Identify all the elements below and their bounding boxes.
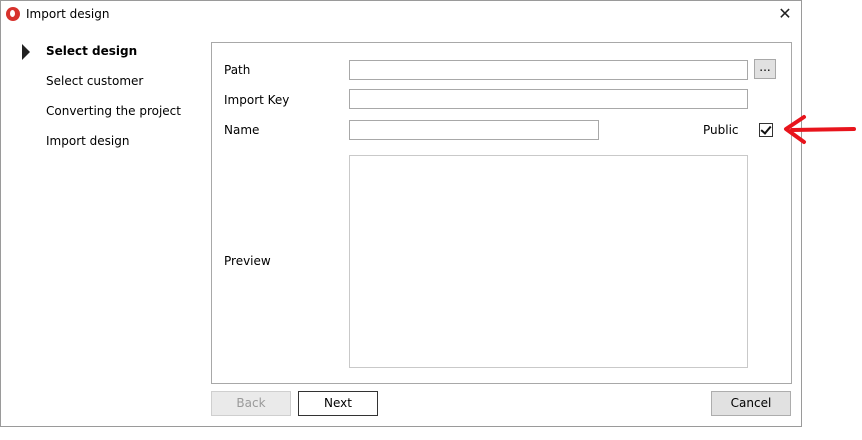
name-label: Name	[224, 123, 260, 137]
step-converting-project: Converting the project	[46, 104, 181, 118]
app-logo-icon	[6, 7, 20, 21]
browse-button[interactable]: ...	[754, 59, 776, 79]
window-title: Import design	[26, 7, 110, 21]
import-key-label: Import Key	[224, 93, 290, 107]
step-select-design: Select design	[46, 44, 138, 58]
public-checkbox[interactable]	[759, 123, 773, 137]
checkmark-icon	[760, 123, 772, 135]
next-button[interactable]: Next	[298, 391, 378, 416]
preview-label: Preview	[224, 254, 271, 268]
public-label: Public	[703, 123, 739, 137]
close-button[interactable]: ✕	[775, 4, 795, 24]
close-icon: ✕	[778, 4, 792, 23]
import-key-input[interactable]	[349, 89, 748, 109]
path-input[interactable]	[349, 60, 748, 80]
title-bar: Import design ✕	[1, 1, 801, 28]
red-annotation-arrow-icon	[784, 115, 856, 144]
current-step-arrow-icon	[22, 44, 30, 60]
step-import-design: Import design	[46, 134, 130, 148]
cancel-button[interactable]: Cancel	[711, 391, 791, 416]
step-select-customer: Select customer	[46, 74, 144, 88]
preview-area	[349, 155, 748, 368]
path-label: Path	[224, 63, 251, 77]
back-button[interactable]: Back	[211, 391, 291, 416]
name-input[interactable]	[349, 120, 599, 140]
